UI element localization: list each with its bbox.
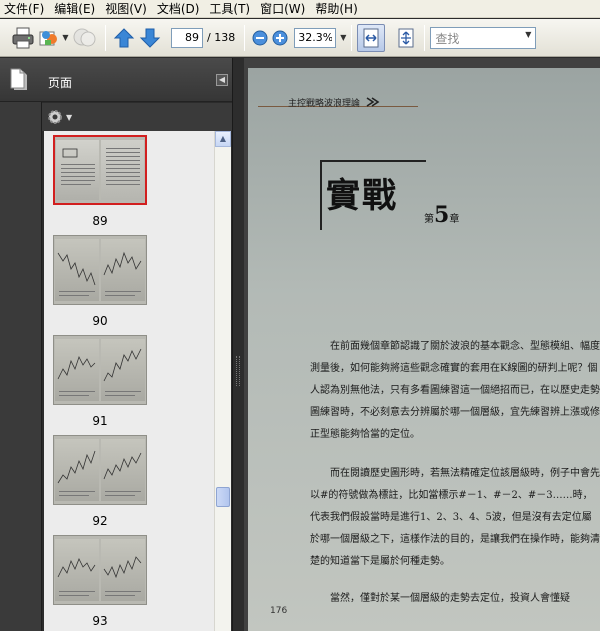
menu-bar: 文件(F) 编辑(E) 视图(V) 文档(D) 工具(T) 窗口(W) 帮助(H… — [0, 0, 600, 18]
search-input[interactable]: 查找 ▼ — [430, 26, 537, 49]
next-page-button[interactable] — [137, 24, 163, 52]
menu-window[interactable]: 窗口(W) — [256, 0, 311, 18]
menu-help[interactable]: 帮助(H) — [311, 0, 363, 18]
fit-page-icon — [398, 28, 414, 47]
previous-page-button[interactable] — [111, 24, 137, 52]
menu-tools[interactable]: 工具(T) — [205, 0, 256, 18]
thumbnails-scrollbar[interactable]: ▲ — [214, 131, 231, 631]
toolbar: ▼ / 138 ▼ — [0, 19, 600, 57]
scroll-up-button[interactable]: ▲ — [215, 131, 231, 147]
toolbar-separator — [105, 24, 106, 51]
thumbnail-page-number: 91 — [92, 414, 108, 428]
page-number-input[interactable] — [171, 27, 203, 48]
thumbnail-page-number: 89 — [92, 214, 108, 228]
print-button[interactable] — [10, 24, 36, 52]
chapter-prefix: 第 — [424, 214, 434, 225]
splitter-grip[interactable] — [236, 356, 240, 386]
thumbnail-left-page — [55, 539, 99, 601]
options-button[interactable]: ▼ — [46, 108, 72, 126]
menu-edit[interactable]: 编辑(E) — [50, 0, 101, 18]
panel-splitter[interactable] — [232, 58, 244, 631]
share-icon — [39, 30, 58, 45]
thumbnail-page-number: 92 — [92, 514, 108, 528]
page-thumbnail[interactable] — [53, 235, 147, 305]
page-number-footer: 176 — [270, 606, 288, 616]
chapter-number: 第5章 — [424, 202, 459, 228]
pages-icon[interactable] — [9, 68, 29, 95]
search-placeholder: 查找 — [435, 31, 460, 46]
chevron-left-icon: ◀ — [218, 75, 226, 84]
thumbnail-page-number: 90 — [92, 314, 108, 328]
zoom-input[interactable] — [294, 27, 337, 48]
toolbar-separator — [424, 24, 426, 51]
zoom-out-icon — [252, 30, 268, 45]
comment-icon — [73, 28, 96, 46]
thumbnail-right-page — [101, 339, 145, 401]
thumbnail-left-page — [56, 140, 99, 200]
chevron-up-icon: ▲ — [219, 134, 227, 143]
fit-width-icon — [363, 28, 379, 47]
gear-icon — [48, 110, 62, 124]
page-thumbnail[interactable] — [53, 335, 147, 405]
fit-width-button[interactable] — [357, 23, 386, 52]
zoom-in-button[interactable] — [270, 24, 290, 52]
thumbnail-left-page — [55, 239, 99, 301]
thumbnail-right-page — [101, 539, 145, 601]
share-dropdown-icon[interactable]: ▼ — [62, 33, 68, 42]
pages-panel-toolbar: ▼ — [42, 103, 236, 131]
fit-page-button[interactable] — [393, 24, 419, 52]
chapter-suffix: 章 — [449, 214, 460, 225]
menu-document[interactable]: 文档(D) — [153, 0, 206, 18]
body-paragraph: 當然，僅對於某一個層級的走勢去定位，投資人會懂疑 — [330, 593, 570, 604]
page-thumbnail[interactable] — [53, 435, 147, 505]
review-button[interactable] — [70, 24, 100, 52]
scrollbar-thumb[interactable] — [216, 487, 230, 507]
arrow-right-icon — [366, 97, 380, 107]
page-total: / 138 — [207, 31, 236, 44]
zoom-out-button[interactable] — [250, 24, 270, 52]
running-head: 主控戰略波浪理論 — [288, 99, 361, 109]
chapter-number-digit: 5 — [434, 202, 450, 228]
zoom-dropdown-icon[interactable]: ▼ — [340, 33, 346, 42]
menu-file[interactable]: 文件(F) — [0, 0, 50, 18]
page-thumbnail[interactable] — [53, 535, 147, 605]
thumbnail-left-page — [55, 439, 99, 501]
thumbnail-right-page — [101, 140, 144, 200]
page-thumbnails-list: 89 90 91 92 93 — [44, 131, 214, 631]
thumbnail-right-page — [101, 239, 145, 301]
document-page: 主控戰略波浪理論 實戰 第5章 在前面幾個章節認識了關於波浪的基本觀念、型態模組… — [248, 68, 600, 631]
pages-panel-header — [0, 58, 236, 102]
toolbar-separator — [351, 24, 353, 51]
navigation-strip — [0, 58, 42, 631]
options-dropdown-icon: ▼ — [66, 112, 73, 122]
thumbnail-page-number: 93 — [92, 614, 108, 628]
collapse-panel-button[interactable]: ◀ — [216, 74, 228, 86]
zoom-in-icon — [272, 30, 288, 45]
body-paragraph: 而在閱讀歷史圖形時，若無法精確定位該層級時，例子中會先以#的符號做為標註，比如當… — [310, 468, 600, 567]
thumbnail-right-page — [101, 439, 145, 501]
chapter-title: 實戰 — [326, 176, 398, 216]
thumbnail-left-page — [55, 339, 99, 401]
menu-view[interactable]: 视图(V) — [101, 0, 153, 18]
search-dropdown-icon[interactable]: ▼ — [525, 30, 531, 39]
body-paragraph: 在前面幾個章節認識了關於波浪的基本觀念、型態模組、幅度測量後，如何能夠將這些觀念… — [310, 341, 600, 440]
document-view[interactable]: 主控戰略波浪理論 實戰 第5章 在前面幾個章節認識了關於波浪的基本觀念、型態模組… — [244, 58, 600, 631]
arrow-down-icon — [139, 28, 161, 48]
share-button[interactable]: ▼ — [36, 24, 70, 52]
toolbar-separator — [244, 24, 246, 51]
page-thumbnail[interactable] — [53, 135, 147, 205]
arrow-up-icon — [113, 27, 135, 47]
printer-icon — [12, 27, 34, 48]
pages-panel-title: 页面 — [48, 76, 73, 90]
